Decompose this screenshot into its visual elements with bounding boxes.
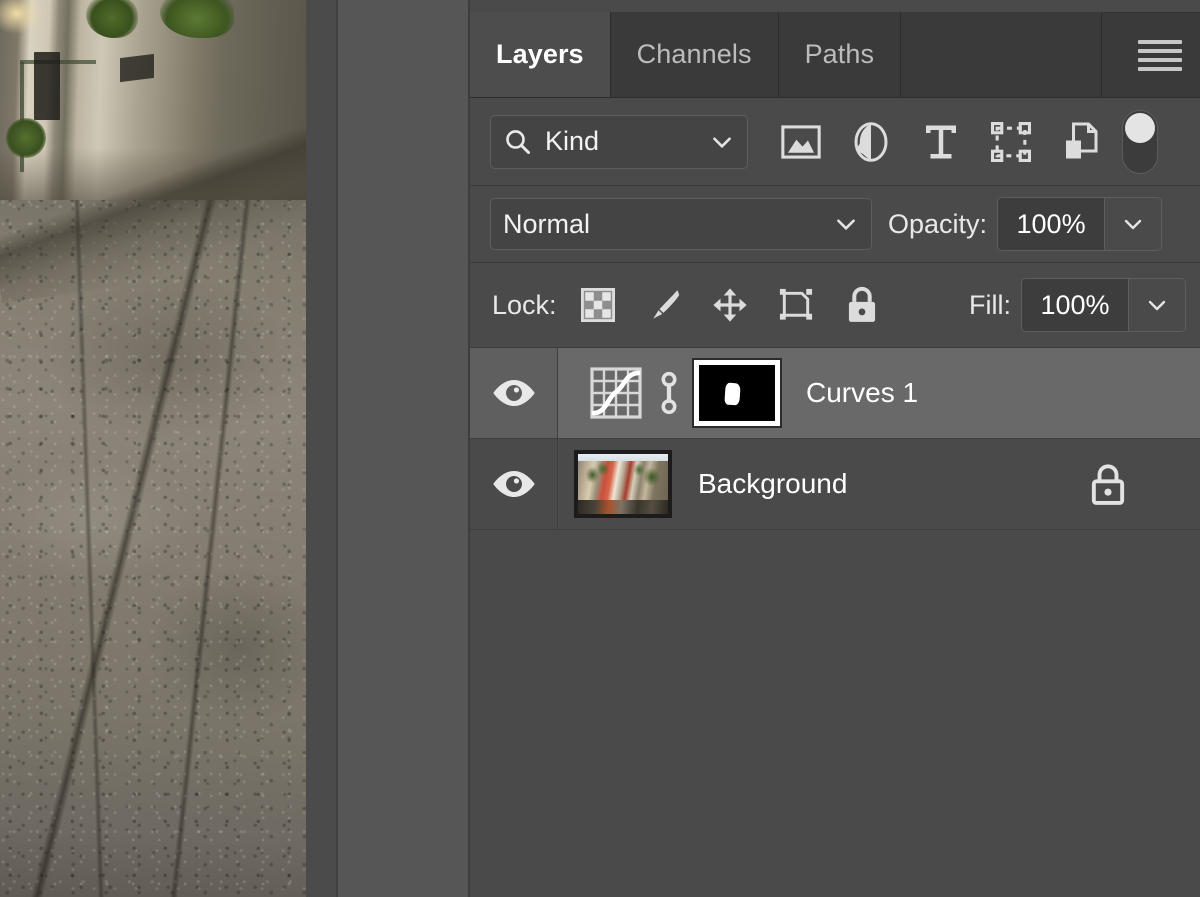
tab-layers[interactable]: Layers (470, 12, 611, 97)
photo-doorway (34, 52, 60, 120)
thumbnail-foreground (578, 500, 668, 514)
menu-line (1138, 58, 1182, 62)
thumbnail-village (578, 461, 668, 501)
blend-mode-row: Normal Opacity: 100% (470, 186, 1200, 263)
layer-mask-thumbnail[interactable] (694, 360, 780, 426)
menu-line (1138, 49, 1182, 53)
tab-paths[interactable]: Paths (779, 12, 902, 97)
opacity-value[interactable]: 100% (998, 198, 1104, 250)
blend-mode-value: Normal (503, 209, 833, 240)
layer-name-curves-1[interactable]: Curves 1 (806, 377, 918, 409)
link-mask-icon[interactable] (652, 365, 686, 421)
panel-tabs: Layers Channels Paths (470, 12, 1102, 97)
tab-channels[interactable]: Channels (611, 12, 779, 97)
opacity-label: Opacity: (888, 209, 987, 240)
tab-bar-empty-space (901, 12, 1102, 97)
fill-chevron-down-icon[interactable] (1128, 279, 1185, 331)
menu-line (1138, 67, 1182, 71)
filter-type-layers-icon[interactable] (906, 112, 976, 172)
layer-thumbnail-background[interactable] (574, 450, 672, 518)
layer-visibility-toggle[interactable] (470, 439, 558, 529)
blend-mode-dropdown[interactable]: Normal (490, 198, 872, 250)
filter-type-buttons (766, 110, 1186, 174)
search-icon (503, 127, 533, 157)
layer-locked-badge (1086, 460, 1130, 508)
filter-adjustment-layers-icon[interactable] (836, 112, 906, 172)
fill-field[interactable]: 100% (1021, 278, 1186, 332)
eye-icon (491, 467, 537, 501)
canvas-area[interactable] (0, 0, 306, 897)
photoshop-window: Layers Channels Paths (0, 0, 1200, 897)
layers-panel: Layers Channels Paths (470, 0, 1200, 897)
lock-artboard-nesting-icon[interactable] (763, 275, 829, 335)
filter-pixel-layers-icon[interactable] (766, 112, 836, 172)
curves-adjustment-icon[interactable] (588, 365, 644, 421)
filter-smart-object-layers-icon[interactable] (1046, 112, 1116, 172)
layer-list: Curves 1 B (470, 348, 1200, 530)
canvas-vertical-scrollbar[interactable] (306, 0, 336, 897)
opacity-field[interactable]: 100% (997, 197, 1162, 251)
hamburger-menu-icon[interactable] (1138, 38, 1182, 72)
lock-buttons (565, 275, 895, 335)
filter-shape-layers-icon[interactable] (976, 112, 1046, 172)
lock-all-icon[interactable] (829, 275, 895, 335)
layer-row-content: Background (558, 439, 1200, 529)
filter-kind-dropdown[interactable]: Kind (490, 115, 748, 169)
tab-channels-label: Channels (637, 39, 752, 70)
tab-layers-label: Layers (496, 39, 584, 70)
tab-paths-label: Paths (805, 39, 875, 70)
chevron-down-icon (833, 211, 859, 237)
chevron-down-icon (709, 129, 735, 155)
opacity-chevron-down-icon[interactable] (1104, 198, 1161, 250)
lock-row: Lock: (470, 263, 1200, 348)
lock-icon (1088, 461, 1128, 507)
canvas-photo (0, 0, 306, 897)
layer-visibility-toggle[interactable] (470, 348, 558, 438)
layer-row-curves-1[interactable]: Curves 1 (470, 348, 1200, 439)
lock-transparent-pixels-icon[interactable] (565, 275, 631, 335)
lock-image-pixels-icon[interactable] (631, 275, 697, 335)
fill-value[interactable]: 100% (1022, 279, 1128, 331)
toggle-knob (1125, 113, 1155, 143)
lock-position-icon[interactable] (697, 275, 763, 335)
filter-enable-toggle[interactable] (1122, 110, 1158, 174)
panel-tab-bar: Layers Channels Paths (470, 0, 1200, 98)
layer-row-content: Curves 1 (558, 348, 1200, 438)
photo-awning (120, 54, 154, 82)
filter-kind-label: Kind (545, 126, 709, 157)
eye-icon (491, 376, 537, 410)
panel-gutter (336, 0, 470, 897)
menu-line (1138, 40, 1182, 44)
lock-label: Lock: (492, 290, 557, 321)
layer-row-background[interactable]: Background (470, 439, 1200, 530)
layer-filter-row: Kind (470, 98, 1200, 186)
photo-lamp-glow (0, 0, 42, 34)
mask-white-region (724, 383, 740, 406)
fill-label: Fill: (969, 290, 1011, 321)
layer-name-background[interactable]: Background (698, 468, 847, 500)
